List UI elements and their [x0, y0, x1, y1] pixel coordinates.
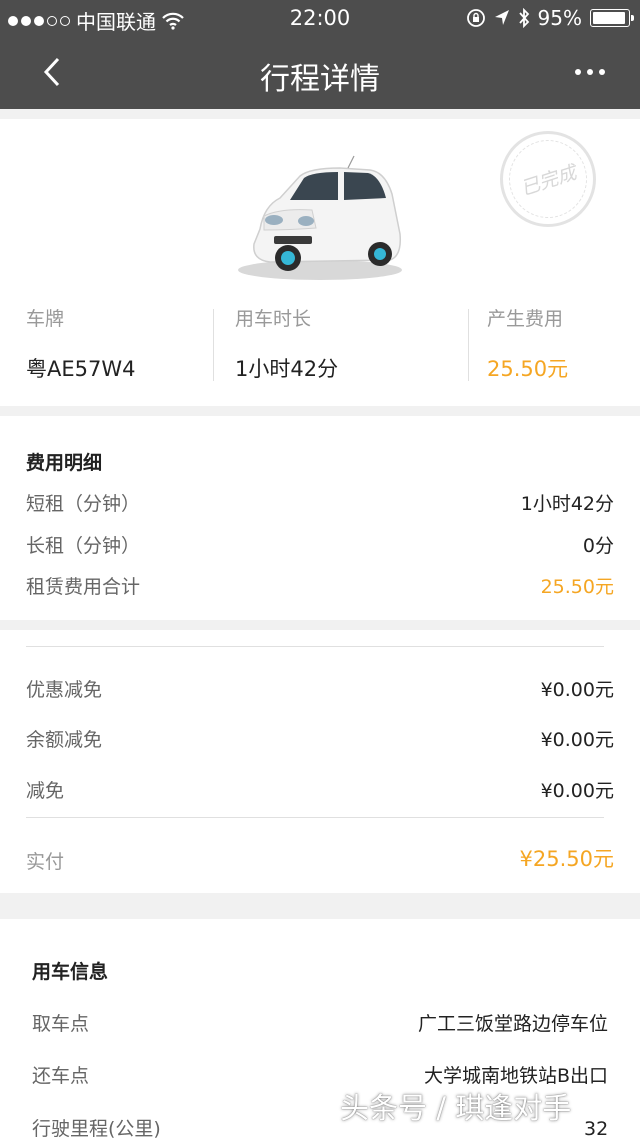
list-item: 余额减免 ¥0.00元 — [26, 725, 614, 752]
fee-stat: 产生费用 25.50元 — [487, 304, 568, 383]
row-label: 减免 — [26, 780, 65, 802]
nav-bar: 行程详情 — [0, 36, 640, 109]
more-button[interactable] — [568, 52, 612, 92]
row-value: 1小时42分 — [520, 493, 614, 515]
duration-value: 1小时42分 — [235, 357, 339, 381]
plate-value: 粤AE57W4 — [26, 357, 136, 381]
watermark: 头条号 / 琪逢对手 — [340, 1091, 572, 1125]
divider — [26, 817, 604, 818]
row-label: 长租（分钟） — [26, 535, 141, 557]
row-value: ¥0.00元 — [540, 679, 614, 701]
list-item: 长租（分钟） 0分 — [26, 531, 614, 558]
row-value: 广工三饭堂路边停车位 — [417, 1013, 608, 1035]
divider — [468, 309, 469, 381]
paid-value: ¥25.50元 — [519, 847, 614, 871]
status-bar: 中国联通 22:00 95% — [0, 0, 640, 36]
more-dot — [599, 69, 605, 75]
row-label: 余额减免 — [26, 729, 103, 751]
battery-fill — [593, 12, 626, 24]
battery-icon — [590, 9, 634, 27]
row-value: 25.50元 — [540, 576, 614, 598]
row-label: 行驶里程(公里) — [32, 1118, 161, 1138]
rotation-lock-icon — [466, 9, 485, 27]
row-value: 大学城南地铁站B出口 — [423, 1065, 608, 1087]
location-icon — [494, 10, 509, 25]
plate-label: 车牌 — [26, 308, 65, 330]
battery-percent: 95% — [537, 6, 582, 30]
fee-detail-card: 费用明细 短租（分钟） 1小时42分 长租（分钟） 0分 租赁费用合计 25.5… — [0, 416, 640, 620]
stamp-text: 已完成 — [498, 129, 598, 229]
fee-label: 产生费用 — [487, 308, 564, 330]
paid-row: 实付 ¥25.50元 — [26, 843, 614, 874]
row-value: ¥0.00元 — [540, 780, 614, 802]
list-item: 还车点 大学城南地铁站B出口 — [32, 1061, 608, 1088]
list-item: 租赁费用合计 25.50元 — [26, 572, 614, 599]
more-dot — [575, 69, 581, 75]
back-button[interactable] — [30, 52, 74, 92]
completed-stamp: 已完成 — [498, 129, 598, 229]
trip-stats: 车牌 粤AE57W4 用车时长 1小时42分 产生费用 25.50元 — [0, 304, 640, 384]
more-dot — [587, 69, 593, 75]
row-value: 0分 — [582, 535, 614, 557]
plate-stat: 车牌 粤AE57W4 — [26, 304, 135, 383]
row-label: 租赁费用合计 — [26, 576, 141, 598]
car-image — [230, 154, 410, 284]
fee-value: 25.50元 — [487, 357, 569, 381]
usage-title: 用车信息 — [32, 961, 109, 983]
row-value: ¥0.00元 — [540, 729, 614, 751]
chevron-left-icon — [43, 57, 60, 87]
duration-label: 用车时长 — [235, 308, 312, 330]
duration-stat: 用车时长 1小时42分 — [235, 304, 338, 383]
row-label: 短租（分钟） — [26, 493, 141, 515]
trip-summary-card: 已完成 车牌 粤AE57W4 用车时长 1小时42分 产生费用 25.50元 — [0, 119, 640, 406]
bluetooth-icon — [518, 8, 529, 28]
status-right: 95% — [466, 6, 634, 30]
paid-label: 实付 — [26, 851, 65, 873]
list-item: 取车点 广工三饭堂路边停车位 — [32, 1009, 608, 1036]
divider — [213, 309, 214, 381]
divider — [26, 646, 604, 647]
mileage-value: 32 — [584, 1118, 609, 1138]
discount-card: 优惠减免 ¥0.00元 余额减免 ¥0.00元 减免 ¥0.00元 实付 ¥25… — [0, 630, 640, 893]
fee-detail-title: 费用明细 — [26, 452, 103, 474]
row-label: 优惠减免 — [26, 679, 103, 701]
row-label: 还车点 — [32, 1065, 90, 1087]
list-item: 优惠减免 ¥0.00元 — [26, 675, 614, 702]
page-title: 行程详情 — [260, 62, 380, 97]
list-item: 减免 ¥0.00元 — [26, 776, 614, 803]
row-label: 取车点 — [32, 1013, 90, 1035]
list-item: 短租（分钟） 1小时42分 — [26, 489, 614, 516]
